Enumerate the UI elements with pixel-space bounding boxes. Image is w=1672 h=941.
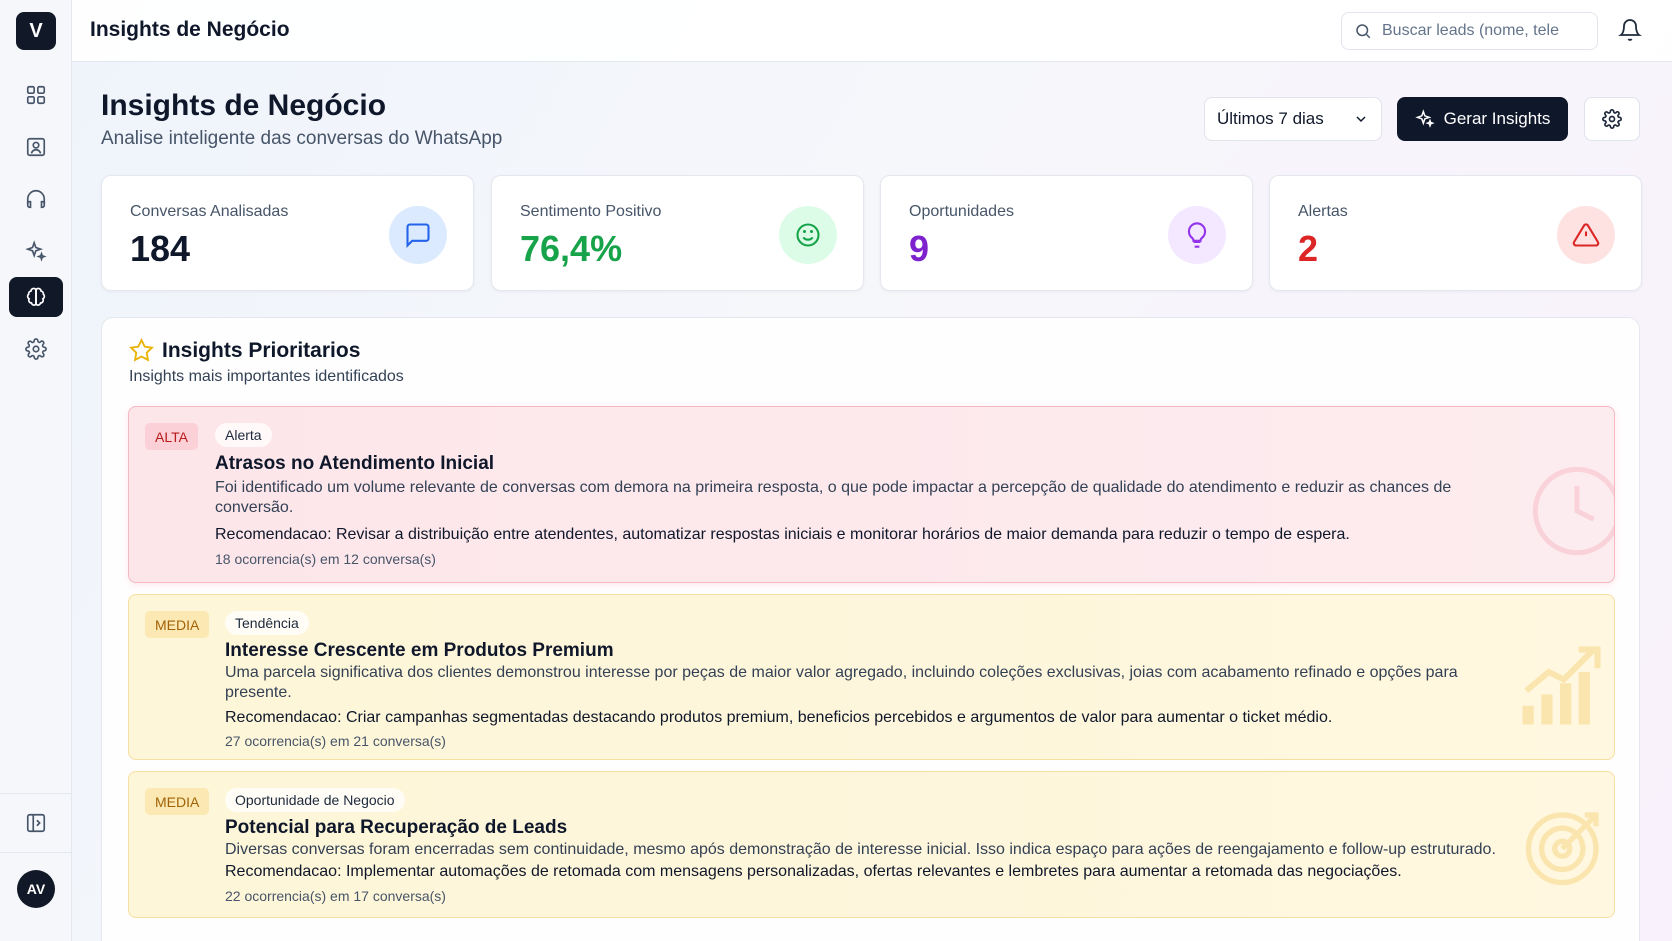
chat-icon [406,223,430,249]
stat-label: Oportunidades [909,203,1014,220]
sidebar-divider [0,793,72,794]
stat-icon-badge [1557,206,1615,264]
topbar: Insights de Negócio [72,0,1672,62]
priority-badge: ALTA [145,423,198,450]
headphones-icon [26,190,46,209]
bell-icon[interactable] [1618,18,1642,42]
insight-meta: 18 ocorrencia(s) em 12 conversa(s) [215,551,436,567]
brain-icon [26,287,46,306]
search-icon [1356,24,1371,39]
stat-label: Sentimento Positivo [520,203,662,220]
insight-card[interactable]: MEDIA Oportunidade de Negocio Potencial … [128,771,1615,918]
sidebar-item-settings[interactable] [9,329,63,369]
clock-icon [1532,466,1614,556]
app-logo[interactable]: V [16,12,56,50]
panel-subtitle: Insights mais importantes identificados [129,368,404,385]
insight-meta: 22 ocorrencia(s) em 17 conversa(s) [225,888,446,904]
type-badge: Alerta [215,423,272,447]
sidebar-item-dashboard[interactable] [9,75,63,115]
topbar-title: Insights de Negócio [90,18,290,41]
insight-recommendation: Recomendacao: Implementar automações de … [225,863,1402,880]
smile-icon [796,223,820,247]
stat-icon-badge [779,206,837,264]
stat-icon-badge [389,206,447,264]
search-input[interactable] [1382,22,1572,40]
sidebar-item-support[interactable] [9,179,63,219]
stat-label: Conversas Analisadas [130,203,289,220]
insight-title: Interesse Crescente em Produtos Premium [225,640,614,661]
star-icon [129,338,154,362]
avatar[interactable]: AV [17,870,55,908]
sidebar-item-leads[interactable] [9,127,63,167]
stat-value: 9 [909,228,930,269]
panel-title-text: Insights Prioritarios [162,338,361,362]
contact-icon [26,137,46,157]
sparkles-icon [1414,109,1435,128]
insight-recommendation: Recomendacao: Criar campanhas segmentada… [225,709,1333,726]
stat-value: 76,4% [520,228,623,269]
period-select[interactable]: Últimos 7 dias [1204,97,1382,141]
insight-title: Atrasos no Atendimento Inicial [215,453,495,474]
insights-settings-button[interactable] [1584,97,1640,141]
target-icon [1525,812,1599,886]
insight-recommendation: Recomendacao: Revisar a distribuição ent… [215,526,1350,543]
insight-description: Foi identificado um volume relevante de … [215,479,1452,516]
priority-badge: MEDIA [145,788,210,815]
insight-meta: 27 ocorrencia(s) em 21 conversa(s) [225,733,446,749]
stat-card-conversations: Conversas Analisadas 184 [101,175,474,291]
warning-icon [1572,223,1600,247]
sidebar: V AV [0,0,72,941]
stat-label: Alertas [1298,203,1348,220]
period-select-value: Últimos 7 dias [1217,109,1324,128]
grid-icon [26,85,46,105]
chevron-down-icon [1356,116,1366,123]
insight-description: Diversas conversas foram encerradas sem … [225,841,1496,858]
sparkles-icon [25,240,47,262]
priority-badge: MEDIA [145,611,210,638]
stat-value: 2 [1298,228,1319,269]
stat-card-opportunities: Oportunidades 9 [880,175,1253,291]
sidebar-collapse-button[interactable] [9,803,63,843]
insight-title: Potencial para Recuperação de Leads [225,817,568,838]
sidebar-item-insights[interactable] [9,277,63,317]
type-badge: Tendência [225,611,309,635]
panel-title: Insights Prioritarios [129,338,360,363]
gear-icon [1602,109,1622,129]
page-title: Insights de Negócio [101,89,387,122]
priority-insights-panel: Insights Prioritarios Insights mais impo… [101,317,1640,941]
insight-card[interactable]: ALTA Alerta Atrasos no Atendimento Inici… [128,406,1615,583]
generate-insights-label: Gerar Insights [1443,109,1551,128]
stat-card-sentiment: Sentimento Positivo 76,4% [491,175,864,291]
stat-icon-badge [1168,206,1226,264]
stat-value: 184 [130,228,191,269]
page-subtitle: Analise inteligente das conversas do Wha… [101,128,503,149]
gear-icon [25,338,47,360]
trend-chart-icon [1522,646,1601,725]
insight-card[interactable]: MEDIA Tendência Interesse Crescente em P… [128,594,1615,760]
stat-card-alerts: Alertas 2 [1269,175,1642,291]
generate-insights-button[interactable]: Gerar Insights [1397,97,1568,141]
type-badge: Oportunidade de Negocio [225,788,405,812]
sidebar-divider [0,852,72,853]
sidebar-toggle-icon [26,813,46,833]
insight-description: Uma parcela significativa dos clientes d… [225,664,1458,701]
lightbulb-icon [1187,222,1207,248]
sidebar-item-ai[interactable] [9,231,63,271]
search-box[interactable] [1341,12,1598,50]
